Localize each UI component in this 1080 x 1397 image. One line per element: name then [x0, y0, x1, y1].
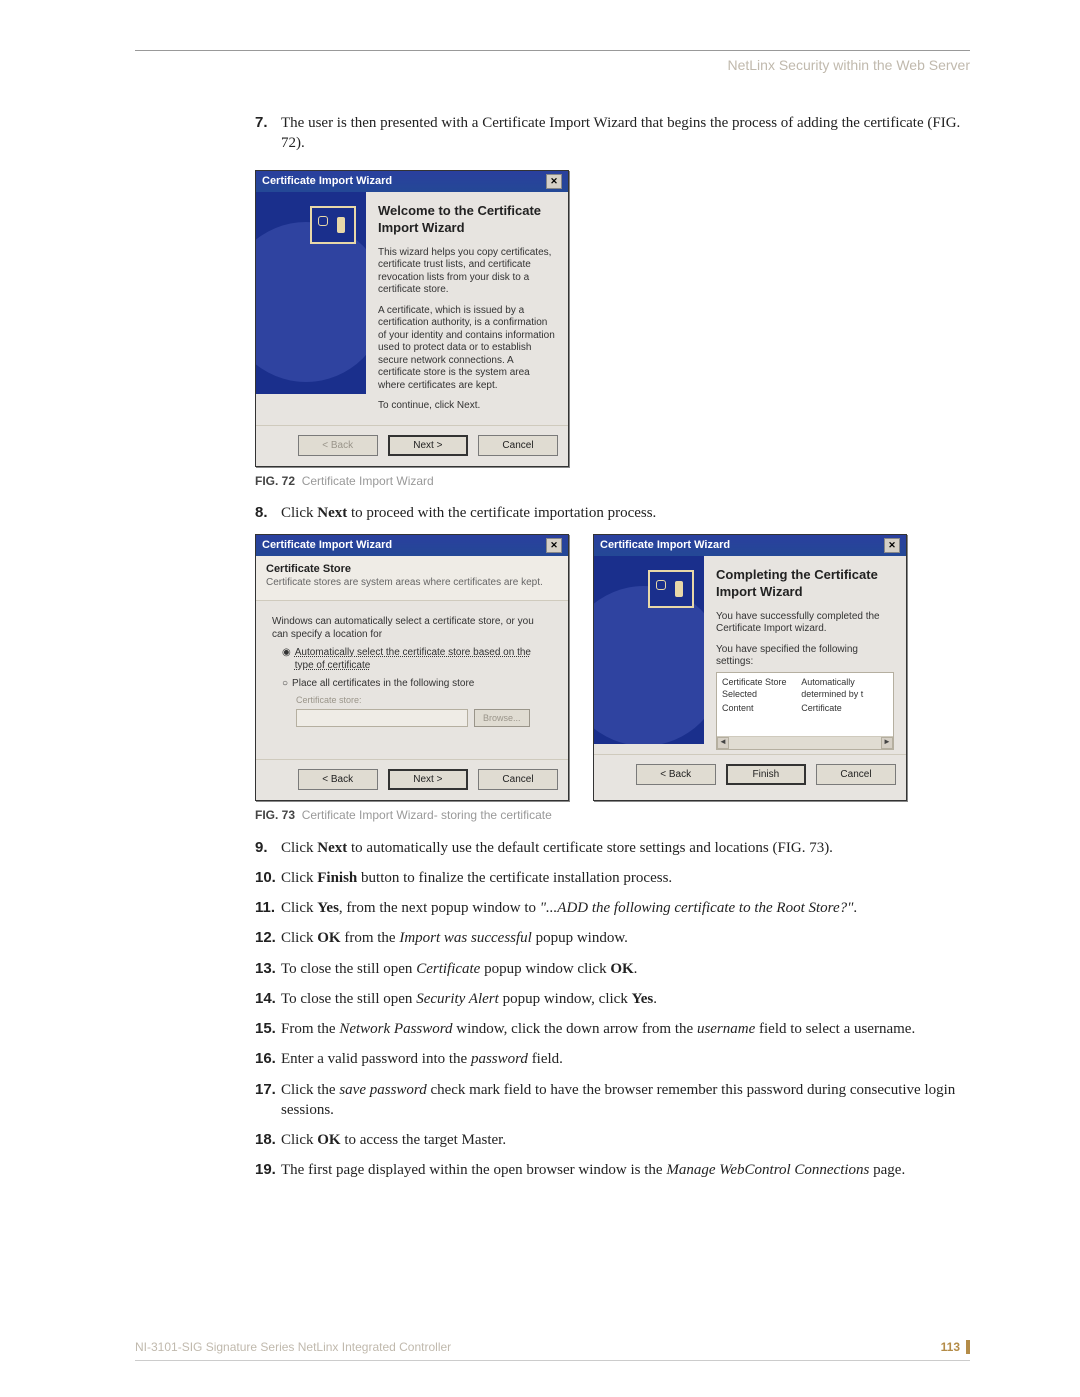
- wizard-paragraph: This wizard helps you copy certificates,…: [378, 247, 556, 297]
- store-heading: Certificate Store: [266, 563, 351, 575]
- step-number: 16.: [255, 1049, 281, 1069]
- radio-unselected-icon[interactable]: ○: [282, 677, 288, 691]
- step-text: From the Network Password window, click …: [281, 1019, 970, 1039]
- step-number: 19.: [255, 1160, 281, 1180]
- step-text: To close the still open Security Alert p…: [281, 989, 970, 1009]
- page-number: 113: [941, 1340, 970, 1354]
- step-number: 18.: [255, 1130, 281, 1150]
- step-number: 10.: [255, 868, 281, 888]
- wizard-heading: Completing the Certificate Import Wizard: [716, 566, 894, 601]
- back-button: < Back: [298, 435, 378, 457]
- wizard-title-text: Certificate Import Wizard: [262, 538, 392, 553]
- radio-option-auto[interactable]: Automatically select the certificate sto…: [295, 646, 552, 673]
- finish-button[interactable]: Finish: [726, 764, 806, 786]
- cert-wizard-welcome: Certificate Import Wizard ✕ Welcome to t…: [255, 170, 569, 468]
- cert-store-label: Certificate store:: [296, 694, 552, 706]
- radio-selected-icon[interactable]: ◉: [282, 646, 291, 660]
- cancel-button[interactable]: Cancel: [478, 769, 558, 791]
- scroll-left-icon[interactable]: ◄: [717, 737, 729, 749]
- store-subheading: Certificate stores are system areas wher…: [266, 577, 543, 588]
- step-text: Click Finish button to finalize the cert…: [281, 868, 970, 888]
- wizard-sidebar-graphic: [256, 192, 366, 394]
- wizard-heading: Welcome to the Certificate Import Wizard: [378, 202, 556, 237]
- figure-caption-text: Certificate Import Wizard: [302, 474, 434, 488]
- scrollbar-horizontal[interactable]: ◄►: [717, 736, 893, 749]
- step-text: Click Next to automatically use the defa…: [281, 838, 970, 858]
- step-text: The first page displayed within the open…: [281, 1160, 970, 1180]
- step-number: 14.: [255, 989, 281, 1009]
- step-text: To close the still open Certificate popu…: [281, 959, 970, 979]
- footer-doc-title: NI-3101-SIG Signature Series NetLinx Int…: [135, 1340, 451, 1354]
- close-icon[interactable]: ✕: [884, 538, 900, 553]
- step-text: Click the save password check mark field…: [281, 1080, 970, 1121]
- close-icon[interactable]: ✕: [546, 174, 562, 189]
- step-text: Enter a valid password into the password…: [281, 1049, 970, 1069]
- radio-option-place[interactable]: Place all certificates in the following …: [292, 677, 474, 691]
- step-number: 7.: [255, 113, 281, 154]
- back-button[interactable]: < Back: [636, 764, 716, 786]
- figure-caption: FIG. 73 Certificate Import Wizard- stori…: [255, 807, 970, 823]
- step-text: The user is then presented with a Certif…: [281, 113, 970, 154]
- wizard-title-text: Certificate Import Wizard: [600, 538, 730, 553]
- figure-number: FIG. 73: [255, 808, 295, 822]
- cert-wizard-store: Certificate Import Wizard ✕ Certificate …: [255, 534, 569, 802]
- step-number: 13.: [255, 959, 281, 979]
- step-number: 12.: [255, 928, 281, 948]
- step-number: 8.: [255, 503, 281, 523]
- scroll-right-icon[interactable]: ►: [881, 737, 893, 749]
- cert-wizard-complete: Certificate Import Wizard ✕ Completing t…: [593, 534, 907, 802]
- step-text: Click OK from the Import was successful …: [281, 928, 970, 948]
- step-number: 9.: [255, 838, 281, 858]
- step-number: 15.: [255, 1019, 281, 1039]
- step-text: Click OK to access the target Master.: [281, 1130, 970, 1150]
- settings-list: Certificate Store SelectedAutomatically …: [716, 672, 894, 750]
- figure-number: FIG. 72: [255, 474, 295, 488]
- wizard-paragraph: You have specified the following setting…: [716, 644, 894, 669]
- figure-caption: FIG. 72 Certificate Import Wizard: [255, 473, 970, 489]
- figure-caption-text: Certificate Import Wizard- storing the c…: [302, 808, 552, 822]
- step-text: Click Next to proceed with the certifica…: [281, 503, 970, 523]
- step-number: 11.: [255, 898, 281, 918]
- browse-button: Browse...: [474, 709, 530, 727]
- cert-store-input: [296, 709, 468, 727]
- step-text: Click Yes, from the next popup window to…: [281, 898, 970, 918]
- certificate-icon: [648, 570, 694, 608]
- certificate-icon: [310, 206, 356, 244]
- wizard-paragraph: You have successfully completed the Cert…: [716, 611, 894, 636]
- cancel-button[interactable]: Cancel: [816, 764, 896, 786]
- wizard-paragraph: To continue, click Next.: [378, 400, 556, 413]
- close-icon[interactable]: ✕: [546, 538, 562, 553]
- store-intro: Windows can automatically select a certi…: [272, 615, 552, 642]
- wizard-paragraph: A certificate, which is issued by a cert…: [378, 305, 556, 393]
- wizard-title-text: Certificate Import Wizard: [262, 174, 392, 189]
- cancel-button[interactable]: Cancel: [478, 435, 558, 457]
- next-button[interactable]: Next >: [388, 769, 468, 791]
- section-header: NetLinx Security within the Web Server: [135, 57, 970, 73]
- wizard-sidebar-graphic: [594, 556, 704, 744]
- next-button[interactable]: Next >: [388, 435, 468, 457]
- step-number: 17.: [255, 1080, 281, 1121]
- back-button[interactable]: < Back: [298, 769, 378, 791]
